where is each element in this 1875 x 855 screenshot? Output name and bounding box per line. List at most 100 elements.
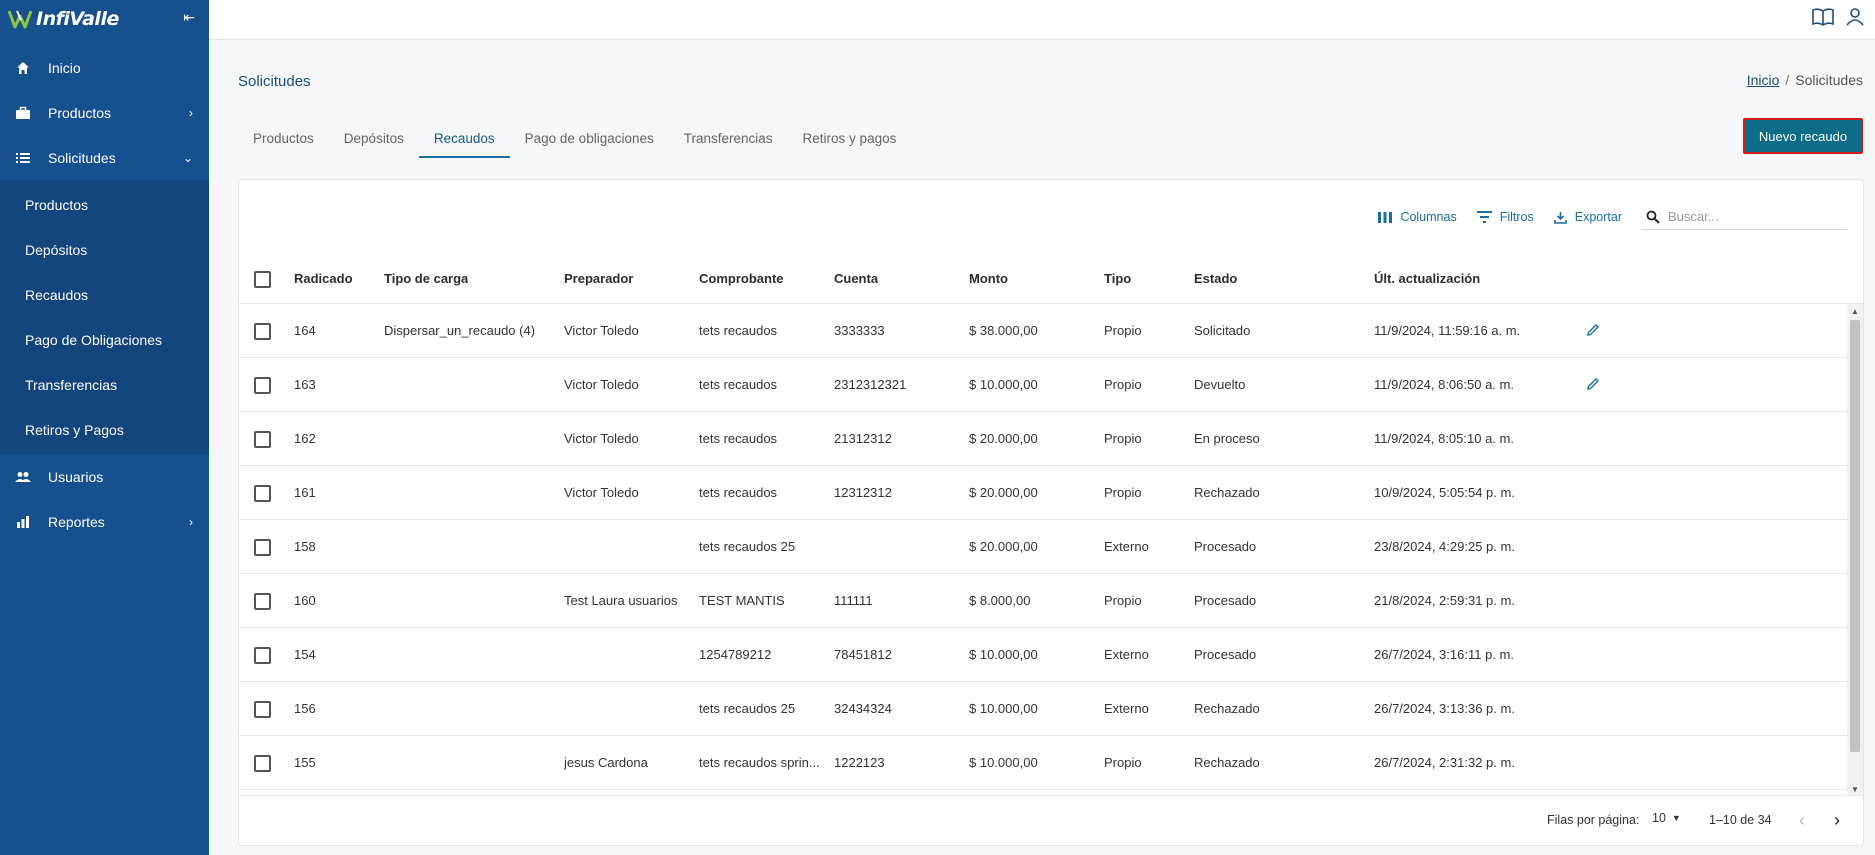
submenu-item-depositos[interactable]: Depósitos (0, 227, 209, 272)
header-estado[interactable]: Estado (1194, 254, 1237, 303)
scroll-down-icon[interactable]: ▼ (1847, 782, 1863, 796)
table-row[interactable]: 164 Dispersar_un_recaudo (4) (... Victor T… (239, 304, 1847, 358)
cell-actualizacion: 11/9/2024, 8:05:10 a. m. (1374, 431, 1514, 446)
book-icon[interactable] (1811, 7, 1835, 30)
table-scrollbar[interactable]: ▲ ▼ (1847, 304, 1863, 796)
table-row[interactable]: 154 1254789212 78451812 $ 10.000,00 Externo P… (239, 628, 1847, 682)
submenu-item-retiros-pagos[interactable]: Retiros y Pagos (0, 407, 209, 452)
cell-estado: Rechazado (1194, 701, 1260, 716)
search-icon (1646, 210, 1660, 224)
cell-cuenta: 111111 (834, 593, 873, 608)
edit-pencil-icon[interactable] (1586, 323, 1600, 340)
header-preparador[interactable]: Preparador (564, 254, 633, 303)
cell-comprobante: tets recaudos (699, 485, 778, 500)
cell-radicado: 162 (294, 431, 316, 446)
row-checkbox[interactable] (254, 430, 271, 448)
cell-radicado: 154 (294, 647, 316, 662)
sidebar: InfiValle ⇤ Inicio Productos › Solicitud… (0, 0, 209, 855)
submenu-item-transferencias[interactable]: Transferencias (0, 362, 209, 407)
brand[interactable]: InfiValle ⇤ (0, 0, 209, 38)
cell-radicado: 161 (294, 485, 316, 500)
search-input[interactable] (1668, 209, 1838, 224)
cell-comprobante: tets recaudos (699, 377, 778, 392)
tabs: Productos Depósitos Recaudos Pago de obl… (238, 118, 911, 158)
pagination-range: 1–10 de 34 (1709, 813, 1772, 827)
cell-preparador: Victor Toledo (564, 431, 639, 446)
user-icon[interactable] (1845, 7, 1865, 30)
next-page-icon[interactable]: › (1834, 811, 1840, 829)
export-button[interactable]: Exportar (1553, 210, 1622, 224)
cell-estado: Rechazado (1194, 755, 1260, 770)
cell-radicado: 164 (294, 323, 316, 338)
cell-preparador: Victor Toledo (564, 323, 639, 338)
tab-pago-obligaciones[interactable]: Pago de obligaciones (510, 118, 669, 158)
sidebar-item-usuarios[interactable]: Usuarios (0, 454, 209, 499)
filters-button[interactable]: Filtros (1476, 210, 1534, 224)
tab-transferencias[interactable]: Transferencias (669, 118, 788, 158)
table-row[interactable]: 156 tets recaudos 25 32434324 $ 10.000,00 Ex… (239, 682, 1847, 736)
edit-pencil-icon[interactable] (1586, 377, 1600, 394)
cell-tipo: Propio (1104, 323, 1142, 338)
previous-page-icon[interactable]: ‹ (1799, 811, 1805, 829)
row-checkbox[interactable] (254, 646, 271, 664)
submenu-item-recaudos[interactable]: Recaudos (0, 272, 209, 317)
list-icon (14, 149, 32, 167)
row-checkbox[interactable] (254, 700, 271, 718)
header-comprobante[interactable]: Comprobante (699, 254, 784, 303)
row-checkbox[interactable] (254, 592, 271, 610)
header-monto[interactable]: Monto (969, 254, 1008, 303)
cell-cuenta: 1222123 (834, 755, 885, 770)
nuevo-recaudo-button[interactable]: Nuevo recaudo (1743, 118, 1863, 154)
row-checkbox[interactable] (254, 376, 271, 394)
columns-button[interactable]: Columnas (1378, 210, 1457, 224)
logo-icon (8, 10, 33, 29)
tab-productos[interactable]: Productos (238, 118, 329, 158)
cell-monto: $ 10.000,00 (969, 647, 1038, 662)
tab-retiros-pagos[interactable]: Retiros y pagos (788, 118, 912, 158)
table-row[interactable]: 162 Victor Toledo tets recaudos 21312312 $ 2… (239, 412, 1847, 466)
sidebar-item-label: Solicitudes (48, 149, 116, 166)
cell-monto: $ 20.000,00 (969, 431, 1038, 446)
table-row[interactable]: 161 Victor Toledo tets recaudos 12312312 $ 2… (239, 466, 1847, 520)
cell-tipo: Externo (1104, 647, 1149, 662)
submenu-item-productos[interactable]: Productos (0, 182, 209, 227)
columns-label: Columnas (1400, 210, 1457, 224)
tab-depositos[interactable]: Depósitos (329, 118, 419, 158)
cell-comprobante: TEST MANTIS (699, 593, 785, 608)
cell-preparador: Victor Toledo (564, 377, 639, 392)
search-field (1642, 204, 1847, 230)
header-cuenta[interactable]: Cuenta (834, 254, 878, 303)
table-row[interactable]: 163 Victor Toledo tets recaudos 2312312321 $… (239, 358, 1847, 412)
collapse-sidebar-icon[interactable]: ⇤ (183, 9, 195, 26)
sidebar-item-productos[interactable]: Productos › (0, 90, 209, 135)
row-checkbox[interactable] (254, 538, 271, 556)
scroll-up-icon[interactable]: ▲ (1847, 304, 1863, 318)
row-checkbox[interactable] (254, 754, 271, 772)
table-row[interactable]: 158 tets recaudos 25 $ 20.000,00 Externo Pro… (239, 520, 1847, 574)
table-header: Radicado Tipo de carga Preparador Compro… (239, 254, 1863, 304)
sidebar-item-reportes[interactable]: Reportes › (0, 499, 209, 544)
header-radicado[interactable]: Radicado (294, 254, 353, 303)
header-tipo-carga[interactable]: Tipo de carga (384, 254, 468, 303)
cell-actualizacion: 26/7/2024, 3:13:36 p. m. (1374, 701, 1515, 716)
row-checkbox[interactable] (254, 484, 271, 502)
row-checkbox[interactable] (254, 322, 271, 340)
table-row[interactable]: 160 Test Laura usuarios TEST MANTIS 111111 $… (239, 574, 1847, 628)
cell-estado: Procesado (1194, 593, 1257, 608)
scrollbar-thumb[interactable] (1850, 320, 1860, 752)
select-all-checkbox[interactable] (254, 270, 271, 288)
tab-recaudos[interactable]: Recaudos (418, 118, 510, 158)
header-ultima-actualizacion[interactable]: Últ. actualización (1374, 254, 1480, 303)
cell-radicado: 160 (294, 593, 316, 608)
sidebar-item-solicitudes[interactable]: Solicitudes ⌄ (0, 135, 209, 180)
header-tipo[interactable]: Tipo (1104, 254, 1131, 303)
submenu-item-pago-obligaciones[interactable]: Pago de Obligaciones (0, 317, 209, 362)
sidebar-item-inicio[interactable]: Inicio (0, 45, 209, 90)
topbar (209, 0, 1875, 40)
cell-radicado: 155 (294, 755, 316, 770)
rows-per-page-select[interactable]: 10 ▼ (1652, 811, 1681, 825)
table-row[interactable]: 155 jesus Cardona tets recaudos sprin... 12… (239, 736, 1847, 790)
breadcrumb-home-link[interactable]: Inicio (1747, 72, 1780, 88)
cell-comprobante: tets recaudos sprin... (699, 755, 820, 770)
cell-tipo: Propio (1104, 431, 1142, 446)
